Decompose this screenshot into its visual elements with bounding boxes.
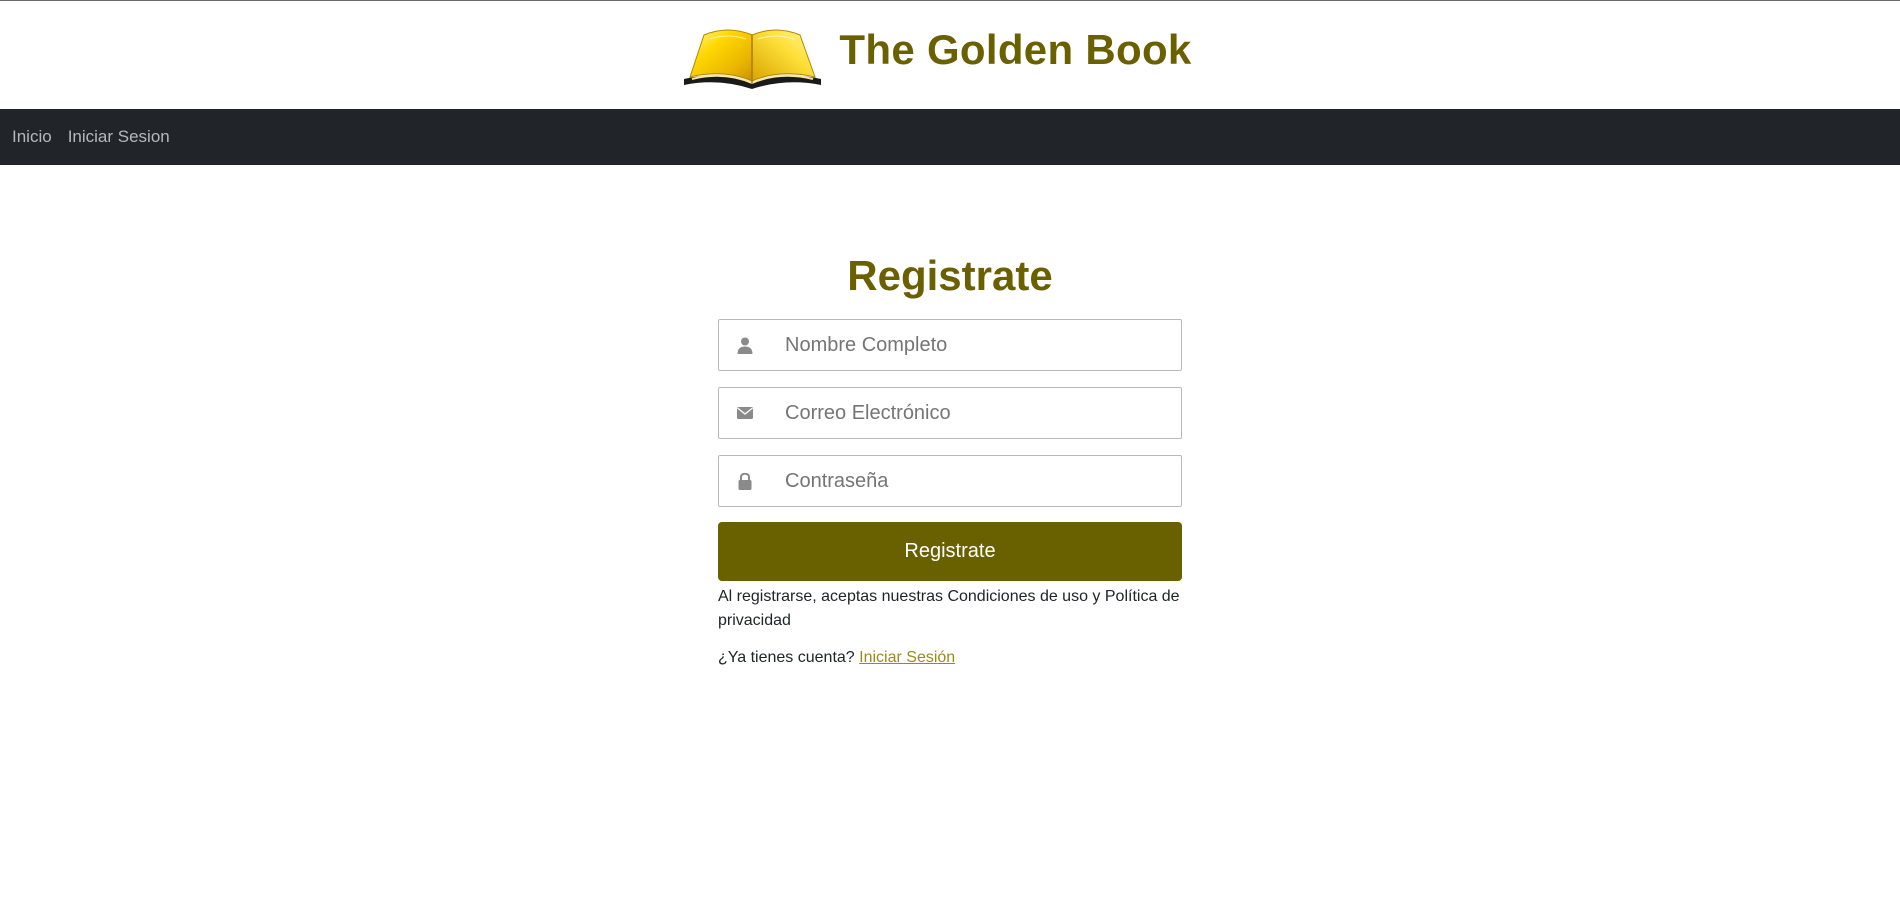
lock-icon [719,472,771,490]
login-prompt: ¿Ya tienes cuenta? Iniciar Sesión [718,649,1182,667]
password-field-group [718,455,1182,507]
nav-link-iniciar-sesion[interactable]: Iniciar Sesion [68,127,170,147]
login-prompt-text: ¿Ya tienes cuenta? [718,649,855,666]
site-title: The Golden Book [839,26,1192,73]
top-navbar: Inicio Iniciar Sesion [0,109,1900,165]
envelope-icon [719,407,771,419]
user-icon [719,337,771,354]
register-button[interactable]: Registrate [718,522,1182,581]
full-name-field-group [718,319,1182,371]
golden-open-book-icon [684,29,822,89]
email-input[interactable] [771,388,1181,438]
nav-link-inicio[interactable]: Inicio [12,127,52,147]
register-form-container: Registrate Nombre Completo Correo Electr… [718,165,1182,667]
email-field-group [718,387,1182,439]
terms-text: Al registrarse, aceptas nuestras Condici… [718,588,1180,629]
page: The Golden Book Inicio Iniciar Sesion Re… [0,0,1900,897]
password-input[interactable] [771,456,1181,506]
site-header: The Golden Book [0,1,1900,109]
login-link[interactable]: Iniciar Sesión [859,649,955,666]
form-title: Registrate [847,252,1053,299]
full-name-input[interactable] [771,320,1181,370]
